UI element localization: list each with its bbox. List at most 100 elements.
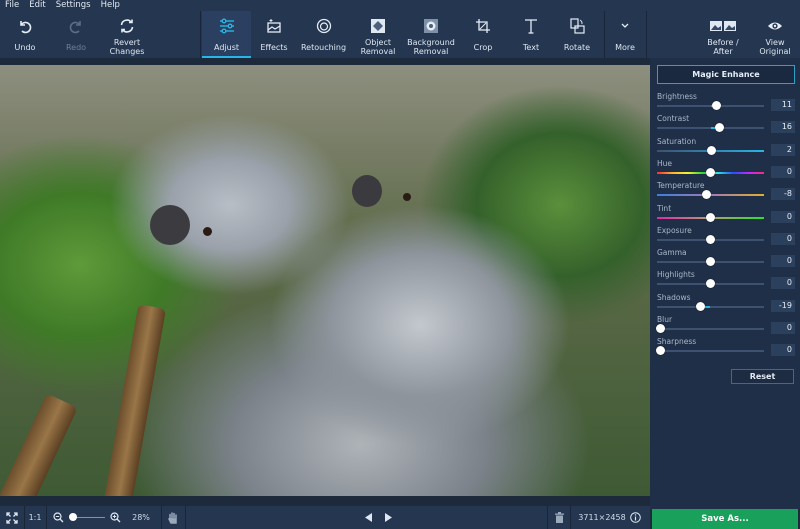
tab-crop[interactable]: Crop [461, 11, 505, 58]
retouching-icon [315, 14, 333, 38]
delete-button[interactable] [548, 506, 570, 529]
slider-value-input[interactable]: -19 [771, 299, 795, 312]
more-button[interactable]: More [605, 11, 645, 58]
slider-shadows: Shadows -19 [657, 293, 795, 315]
slider-track[interactable] [657, 105, 764, 107]
branch [101, 304, 167, 496]
actual-size-button[interactable]: 1:1 [24, 506, 46, 529]
reset-button[interactable]: Reset [731, 369, 794, 384]
chevron-down-icon [620, 14, 630, 38]
slider-handle[interactable] [706, 234, 715, 244]
slider-label: Exposure [657, 225, 692, 235]
slider-handle[interactable] [706, 279, 715, 289]
slider-value-input[interactable]: 0 [771, 322, 795, 334]
slider-value-input[interactable]: 0 [771, 344, 795, 357]
slider-gamma: Gamma 0 [657, 248, 795, 270]
slider-label: Hue [657, 158, 673, 168]
text-icon [523, 14, 539, 38]
info-icon [629, 512, 641, 523]
slider-track[interactable] [657, 127, 764, 130]
slider-label: Tint [657, 203, 672, 213]
slider-value-input[interactable]: 0 [771, 255, 795, 268]
slider-value-input[interactable]: 0 [771, 232, 795, 245]
fit-screen-button[interactable] [0, 506, 24, 529]
tab-retouching[interactable]: Retouching [297, 11, 350, 58]
branch [0, 393, 78, 496]
crop-icon [475, 14, 491, 38]
slider-handle[interactable] [706, 167, 715, 177]
slider-label: Highlights [657, 270, 695, 280]
undo-button[interactable]: Undo [4, 11, 46, 58]
sliders-icon [218, 14, 236, 38]
magic-enhance-button[interactable]: Magic Enhance [657, 65, 795, 84]
zoom-in-button[interactable] [109, 506, 121, 529]
next-image-button[interactable] [382, 506, 394, 529]
slider-handle[interactable] [655, 346, 665, 356]
redo-icon [68, 14, 84, 38]
tab-object-removal[interactable]: Object Removal [352, 11, 404, 58]
slider-label: Contrast [657, 114, 690, 124]
adjust-panel: Magic Enhance Brightness 11 Contrast 16 Sa… [650, 58, 800, 509]
slider-value-input[interactable]: 16 [771, 121, 795, 134]
slider-value-input[interactable]: 11 [771, 99, 795, 111]
tab-text[interactable]: Text [509, 11, 553, 58]
slider-handle[interactable] [706, 212, 715, 222]
undo-icon [17, 14, 33, 38]
menu-settings[interactable]: Settings [51, 0, 96, 11]
before-after-button[interactable]: Before / After [700, 11, 746, 58]
image-canvas[interactable] [0, 65, 650, 496]
background-removal-icon [423, 14, 439, 38]
slider-tint: Tint 0 [657, 204, 795, 226]
info-button[interactable] [629, 506, 641, 529]
effects-icon [265, 14, 283, 38]
slider-label: Saturation [657, 136, 697, 146]
slider-label: Temperature [657, 181, 705, 191]
slider-label: Brightness [657, 92, 697, 101]
tab-background-removal[interactable]: Background Removal [404, 11, 458, 58]
koala-nose [352, 175, 382, 207]
slider-handle[interactable] [707, 145, 717, 155]
revert-changes-button[interactable]: Revert Changes [100, 11, 154, 58]
slider-handle[interactable] [714, 123, 724, 133]
slider-track[interactable] [657, 350, 764, 353]
before-after-icon [709, 14, 737, 38]
slider-value-input[interactable]: 0 [771, 277, 795, 290]
slider-handle[interactable] [696, 301, 706, 311]
revert-icon [119, 14, 135, 38]
menu-help[interactable]: Help [96, 0, 125, 11]
tab-effects[interactable]: Effects [251, 11, 297, 58]
zoom-level: 28% [132, 513, 150, 522]
view-original-button[interactable]: View Original [752, 11, 798, 58]
slider-handle[interactable] [712, 101, 722, 110]
rotate-icon [569, 14, 585, 38]
zoom-out-button[interactable] [52, 506, 64, 529]
slider-highlights: Highlights 0 [657, 270, 795, 292]
slider-hue: Hue 0 [657, 159, 795, 181]
slider-value-input[interactable]: 2 [771, 143, 795, 156]
image-dimensions: 3711×2458 [578, 513, 626, 522]
zoom-slider-handle[interactable] [68, 513, 77, 521]
hand-icon [168, 511, 177, 524]
slider-handle[interactable] [701, 190, 711, 200]
tab-adjust[interactable]: Adjust [202, 11, 251, 58]
previous-image-button[interactable] [363, 506, 375, 529]
zoom-in-icon [109, 512, 120, 523]
slider-brightness: Brightness 11 [657, 92, 795, 114]
slider-handle[interactable] [655, 324, 665, 333]
slider-track[interactable] [657, 328, 764, 330]
slider-label: Blur [657, 315, 673, 324]
slider-value-input[interactable]: 0 [771, 210, 795, 223]
tab-rotate[interactable]: Rotate [555, 11, 599, 58]
slider-value-input[interactable]: 0 [771, 165, 795, 178]
save-as-button[interactable]: Save As... [652, 509, 798, 529]
slider-track[interactable] [657, 305, 764, 308]
hand-tool-button[interactable] [162, 506, 184, 529]
slider-value-input[interactable]: -8 [771, 188, 795, 201]
menu-file[interactable]: File [0, 0, 24, 11]
redo-button[interactable]: Redo [55, 11, 97, 58]
slider-sharpness: Sharpness 0 [655, 337, 795, 359]
menu-edit[interactable]: Edit [24, 0, 50, 11]
slider-handle[interactable] [706, 257, 715, 267]
koala-nose [150, 205, 190, 245]
toolbar: Undo Redo Revert Changes Adjust Effects R… [0, 11, 800, 58]
